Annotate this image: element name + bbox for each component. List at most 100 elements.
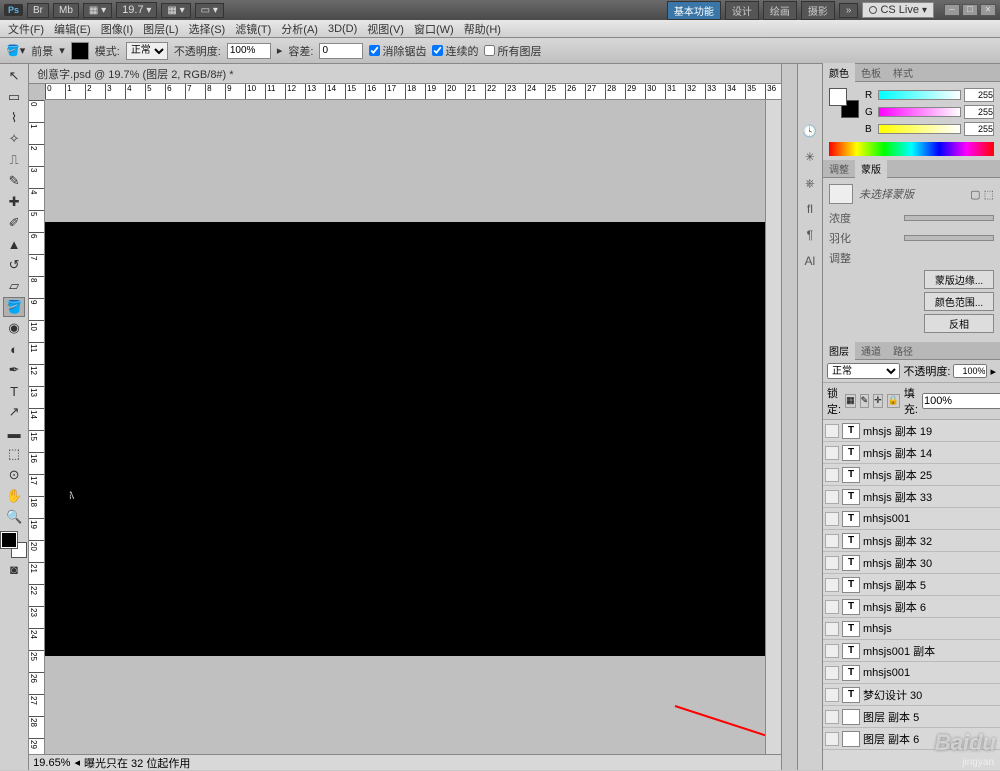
color-spectrum[interactable]	[829, 142, 994, 156]
minimize-button[interactable]: ─	[944, 4, 960, 16]
workspace-photo[interactable]: 摄影	[801, 1, 835, 20]
zoom-level[interactable]: 19.7 ▾	[116, 2, 157, 18]
lock-all-icon[interactable]: 🔒	[887, 394, 900, 408]
b-slider[interactable]	[878, 124, 961, 134]
visibility-icon[interactable]	[825, 710, 839, 724]
maskedge-button[interactable]: 蒙版边缘...	[924, 270, 994, 289]
visibility-icon[interactable]	[825, 446, 839, 460]
visibility-icon[interactable]	[825, 688, 839, 702]
layer-row[interactable]: Tmhsjs 副本 32	[823, 530, 1000, 552]
workspace-design[interactable]: 设计	[725, 1, 759, 20]
char-icon[interactable]: fl	[801, 202, 819, 220]
bucket-icon[interactable]: 🪣▾	[6, 44, 25, 57]
layer-row[interactable]: Tmhsjs 副本 5	[823, 574, 1000, 596]
screenmode-button[interactable]: ▭ ▾	[195, 3, 224, 18]
opacity-input[interactable]	[227, 43, 271, 59]
layer-row[interactable]: Tmhsjs 副本 19	[823, 420, 1000, 442]
layer-row[interactable]: Tmhsjs 副本 30	[823, 552, 1000, 574]
brush-tool[interactable]: ✐	[3, 213, 25, 233]
minibridge-button[interactable]: Mb	[53, 3, 79, 18]
stamp-tool[interactable]: ▲	[3, 234, 25, 254]
channels-tab[interactable]: 通道	[855, 341, 887, 360]
visibility-icon[interactable]	[825, 534, 839, 548]
bridge-button[interactable]: Br	[27, 3, 49, 18]
canvas-area[interactable]: MHSJS001 梦幻设计师 MHSJS 设计师 001 梦幻设计师 MHSJS…	[45, 100, 765, 754]
viewmode-button[interactable]: ▦ ▾	[83, 3, 112, 18]
workspace-paint[interactable]: 绘画	[763, 1, 797, 20]
wand-tool[interactable]: ✧	[3, 129, 25, 149]
3d-tool[interactable]: ⬚	[3, 444, 25, 464]
swatches-tab[interactable]: 色板	[855, 63, 887, 82]
b-input[interactable]	[964, 122, 994, 136]
menu-select[interactable]: 选择(S)	[185, 21, 230, 37]
mask-tab[interactable]: 蒙版	[855, 159, 887, 178]
eyedrop-tool[interactable]: ✎	[3, 171, 25, 191]
heal-tool[interactable]: ✚	[3, 192, 25, 212]
tolerance-input[interactable]	[319, 43, 363, 59]
arrange-button[interactable]: ▦ ▾	[161, 3, 190, 18]
menu-window[interactable]: 窗口(W)	[410, 21, 458, 37]
pen-tool[interactable]: ✒	[3, 360, 25, 380]
visibility-icon[interactable]	[825, 512, 839, 526]
layer-row[interactable]: Tmhsjs001 副本	[823, 640, 1000, 662]
zoom-tool[interactable]: 🔍	[3, 507, 25, 527]
feather-slider[interactable]	[904, 235, 994, 241]
path-tool[interactable]: ↗	[3, 402, 25, 422]
menu-view[interactable]: 视图(V)	[363, 21, 408, 37]
r-input[interactable]	[964, 88, 994, 102]
layer-row[interactable]: Tmhsjs 副本 33	[823, 486, 1000, 508]
panel-collapse-strip[interactable]	[781, 64, 797, 770]
menu-layer[interactable]: 图层(L)	[139, 21, 182, 37]
marquee-tool[interactable]: ▭	[3, 87, 25, 107]
g-slider[interactable]	[878, 107, 961, 117]
styles-tab[interactable]: 样式	[887, 63, 919, 82]
layers-tab[interactable]: 图层	[823, 341, 855, 360]
swatches-icon[interactable]: ✳	[801, 150, 819, 168]
r-slider[interactable]	[878, 90, 961, 100]
menu-image[interactable]: 图像(I)	[97, 21, 137, 37]
3dcam-tool[interactable]: ⊙	[3, 465, 25, 485]
workspace-basic[interactable]: 基本功能	[667, 1, 721, 20]
quickmask-tool[interactable]: ◙	[3, 559, 25, 579]
align-icon[interactable]: Al	[801, 254, 819, 272]
scrollbar-horizontal[interactable]: 19.65% ◂ 曝光只在 32 位起作用	[29, 754, 781, 770]
g-input[interactable]	[964, 105, 994, 119]
lock-pos-icon[interactable]: ✛	[873, 394, 883, 408]
dodge-tool[interactable]: ◐	[3, 339, 25, 359]
lock-paint-icon[interactable]: ✎	[860, 394, 870, 408]
visibility-icon[interactable]	[825, 578, 839, 592]
menu-3d[interactable]: 3D(D)	[324, 23, 361, 35]
brush-icon[interactable]: ⎈	[801, 176, 819, 194]
history-icon[interactable]: 🕓	[801, 124, 819, 142]
layer-row[interactable]: Tmhsjs001	[823, 662, 1000, 684]
paths-tab[interactable]: 路径	[887, 341, 919, 360]
colorrange-button[interactable]: 颜色范围...	[924, 292, 994, 311]
visibility-icon[interactable]	[825, 468, 839, 482]
ruler-vertical[interactable]: 0123456789101112131415161718192021222324…	[29, 100, 45, 754]
layer-row[interactable]: Tmhsjs 副本 25	[823, 464, 1000, 486]
ruler-horizontal[interactable]: 0123456789101112131415161718192021222324…	[45, 84, 781, 100]
layer-fill[interactable]	[922, 393, 1000, 409]
layer-row[interactable]: Tmhsjs001	[823, 508, 1000, 530]
mode-select[interactable]: 正常	[126, 42, 168, 60]
visibility-icon[interactable]	[825, 666, 839, 680]
lasso-tool[interactable]: ⌇	[3, 108, 25, 128]
color-swatch-panel[interactable]	[829, 88, 859, 118]
lock-trans-icon[interactable]: ▦	[845, 394, 856, 408]
bucket-tool[interactable]: 🪣	[3, 297, 25, 317]
pattern-swatch[interactable]	[71, 42, 89, 60]
blur-tool[interactable]: ◉	[3, 318, 25, 338]
menu-analysis[interactable]: 分析(A)	[277, 21, 322, 37]
density-slider[interactable]	[904, 215, 994, 221]
visibility-icon[interactable]	[825, 556, 839, 570]
alllayers-check[interactable]	[484, 45, 495, 56]
move-tool[interactable]: ↖	[3, 66, 25, 86]
shape-tool[interactable]: ▬	[3, 423, 25, 443]
adjust-tab[interactable]: 调整	[823, 159, 855, 178]
menu-help[interactable]: 帮助(H)	[460, 21, 505, 37]
eraser-tool[interactable]: ▱	[3, 276, 25, 296]
document-tab[interactable]: 创意字.psd @ 19.7% (图层 2, RGB/8#) *	[29, 64, 781, 84]
crop-tool[interactable]: ⎍	[3, 150, 25, 170]
blend-select[interactable]: 正常	[827, 363, 900, 379]
visibility-icon[interactable]	[825, 490, 839, 504]
